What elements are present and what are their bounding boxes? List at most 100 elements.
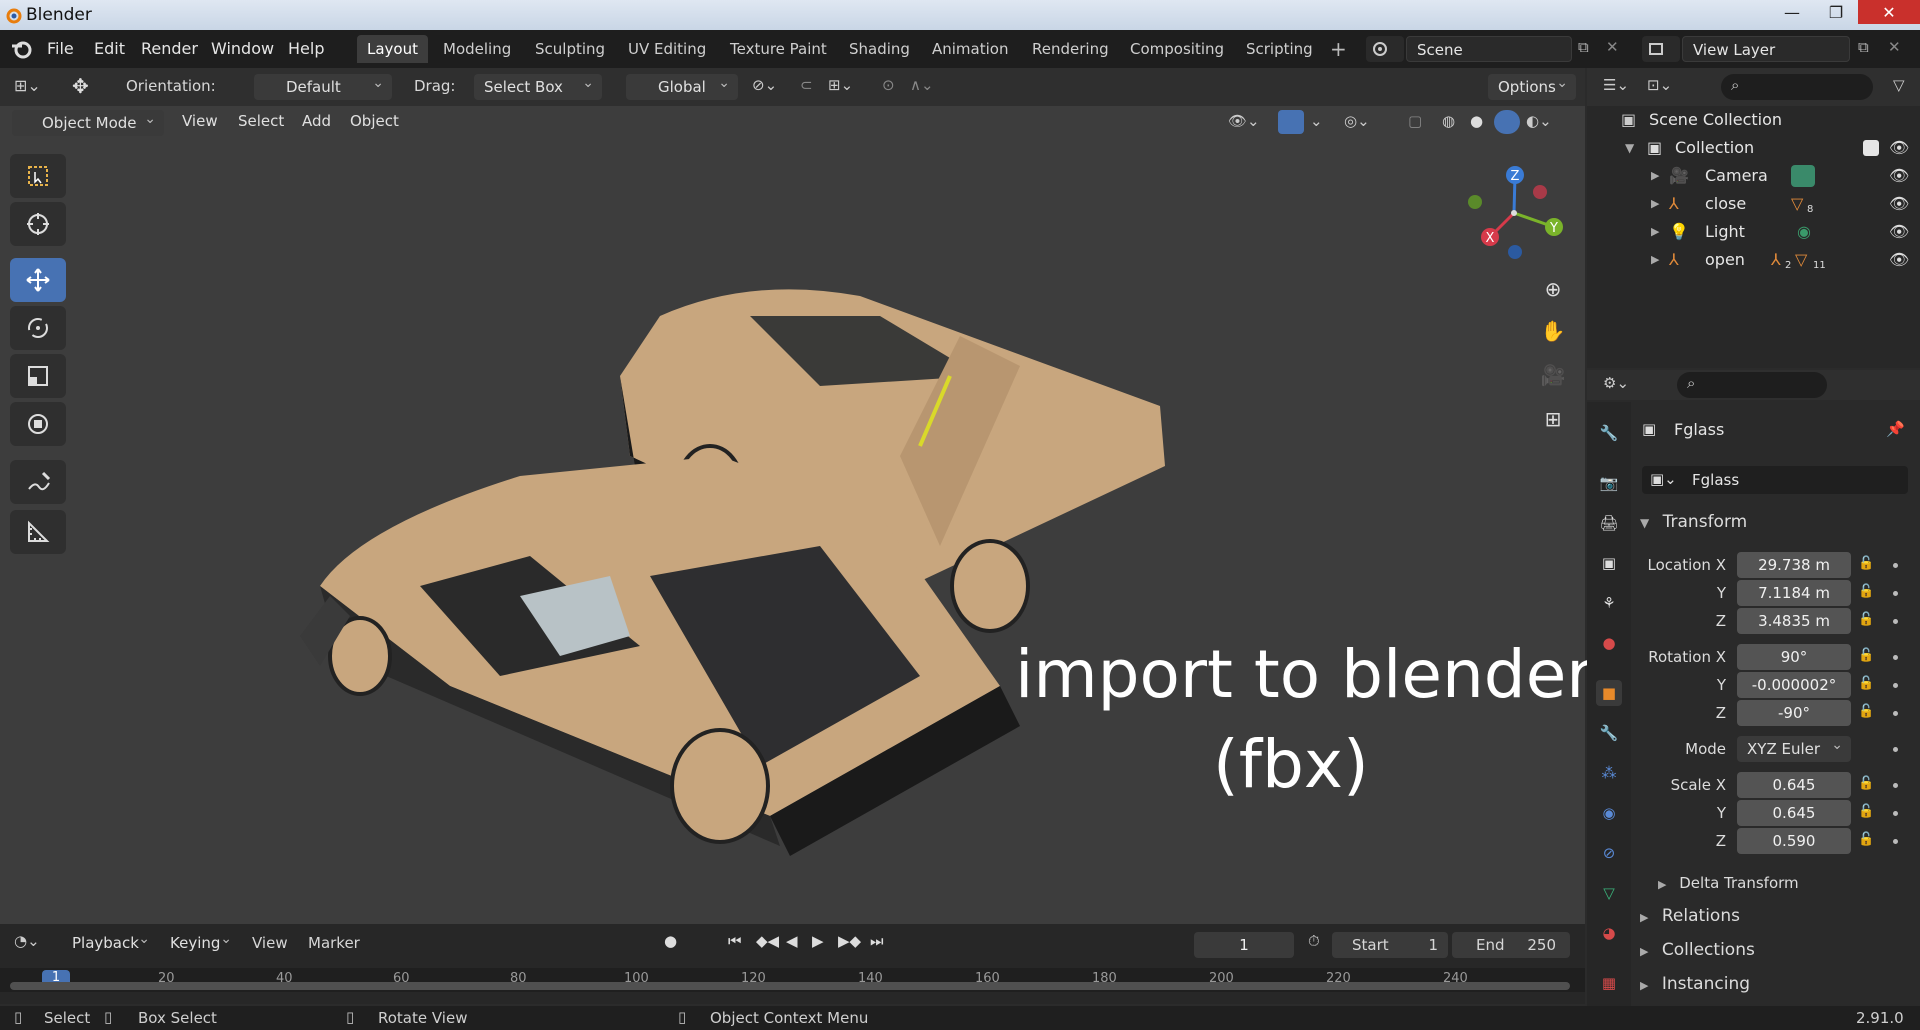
snap-target-icon[interactable]: ⊞⌄ [828, 76, 853, 94]
navigation-gizmo[interactable]: Z Y X [1460, 158, 1570, 268]
lock-icon[interactable]: 🔓 [1858, 556, 1874, 572]
object-name-field[interactable]: ▣⌄ Fglass [1642, 466, 1908, 494]
prev-keyframe-icon[interactable]: ◆◀ [756, 932, 779, 950]
lock-icon[interactable]: 🔓 [1858, 584, 1874, 600]
keyframe-dot-icon[interactable] [1893, 839, 1898, 844]
minimize-button[interactable]: — [1770, 0, 1814, 24]
keyframe-dot-icon[interactable] [1893, 563, 1898, 568]
material-tab-icon[interactable]: ◕ [1596, 920, 1622, 946]
properties-search-input[interactable]: ⌕ [1677, 372, 1827, 398]
open-eye-icon[interactable]: 👁 [1889, 246, 1909, 274]
keyframe-dot-icon[interactable] [1893, 591, 1898, 596]
timeline-editor-type-icon[interactable]: ◔⌄ [14, 932, 40, 950]
tab-modeling[interactable]: Modeling [433, 35, 521, 63]
timeline-scrollbar[interactable] [10, 982, 1570, 990]
lock-icon[interactable]: 🔓 [1858, 648, 1874, 664]
scale-tool[interactable] [10, 354, 66, 398]
collections-section[interactable]: ▶ Collections [1640, 940, 1755, 960]
instancing-section[interactable]: ▶ Instancing [1640, 974, 1750, 994]
object-tab-icon[interactable]: ■ [1596, 680, 1622, 706]
snap-toggle-icon[interactable]: ⊂ [800, 76, 813, 94]
remove-scene-icon[interactable]: ✕ [1606, 38, 1619, 56]
view-layer-tab-icon[interactable]: ▣ [1596, 550, 1622, 576]
texture-tab-icon[interactable]: ▦ [1596, 970, 1622, 996]
collection-eye-icon[interactable]: 👁 [1889, 134, 1909, 162]
tab-rendering[interactable]: Rendering [1022, 35, 1119, 63]
modifier-tab-icon[interactable]: 🔧 [1596, 720, 1622, 746]
scene-tab-icon[interactable]: ⚘ [1596, 590, 1622, 616]
menu-file[interactable]: File [47, 39, 74, 58]
collection-checkbox[interactable] [1863, 140, 1879, 156]
material-shading-icon[interactable] [1494, 110, 1520, 134]
rotate-tool[interactable] [10, 306, 66, 350]
remove-view-layer-icon[interactable]: ✕ [1888, 38, 1901, 56]
drag-dropdown[interactable]: Select Box [474, 70, 602, 100]
transform-orientation-dropdown[interactable]: Global [626, 70, 738, 100]
light-eye-icon[interactable]: 👁 [1889, 218, 1909, 246]
pan-view-button[interactable]: ✋ [1536, 314, 1570, 348]
start-frame-field[interactable]: Start 1 [1332, 932, 1448, 958]
view-layer-name-field[interactable]: View Layer [1682, 36, 1850, 62]
tab-texture-paint[interactable]: Texture Paint [720, 35, 837, 63]
tab-compositing[interactable]: Compositing [1120, 35, 1234, 63]
location-y-field[interactable]: 7.1184 m [1737, 580, 1851, 606]
rendered-shading-icon[interactable]: ◐⌄ [1526, 112, 1552, 130]
menu-render[interactable]: Render [141, 39, 198, 58]
maximize-button[interactable]: ❐ [1814, 0, 1858, 24]
jump-end-icon[interactable]: ⏭ [870, 932, 884, 950]
location-x-field[interactable]: 29.738 m [1737, 552, 1851, 578]
play-reverse-icon[interactable]: ◀ [786, 932, 798, 950]
lock-icon[interactable]: 🔓 [1858, 776, 1874, 792]
filter-icon[interactable]: ▽ [1893, 76, 1905, 94]
relations-section[interactable]: ▶ Relations [1640, 906, 1740, 926]
outliner-row-light[interactable]: ▶ 💡 Light ◉ 👁 [1587, 218, 1920, 246]
annotate-tool[interactable] [10, 460, 66, 504]
expand-arrow-icon[interactable]: ▶ [1651, 162, 1659, 190]
particles-tab-icon[interactable]: ⁂ [1596, 760, 1622, 786]
rotation-x-field[interactable]: 90° [1737, 644, 1851, 670]
keyframe-dot-icon[interactable] [1893, 655, 1898, 660]
orientation-dropdown[interactable]: Default [254, 70, 392, 100]
editor-type-icon[interactable]: ⊞⌄ [14, 76, 41, 95]
properties-editor-type-icon[interactable]: ⚙⌄ [1603, 374, 1629, 392]
xray-icon[interactable]: ▢ [1408, 112, 1422, 130]
keyframe-dot-icon[interactable] [1893, 783, 1898, 788]
mode-dropdown[interactable]: Object Mode [12, 106, 164, 136]
pivot-point-icon[interactable]: ⊘⌄ [752, 76, 777, 94]
tab-sculpting[interactable]: Sculpting [525, 35, 615, 63]
options-dropdown[interactable]: Options [1488, 70, 1576, 100]
tool-tab-icon[interactable]: 🔧 [1596, 420, 1622, 446]
tab-layout[interactable]: Layout [357, 35, 428, 63]
cursor-tool[interactable] [10, 202, 66, 246]
viewport-menu-object[interactable]: Object [350, 112, 399, 130]
scene-selector-button[interactable] [1366, 36, 1404, 62]
keying-menu[interactable]: Keying [160, 926, 240, 956]
solid-shading-icon[interactable]: ● [1470, 112, 1483, 130]
rotation-z-field[interactable]: -90° [1737, 700, 1851, 726]
outliner-row-camera[interactable]: ▶ 🎥 Camera 👁 [1587, 162, 1920, 190]
camera-view-button[interactable]: 🎥 [1536, 358, 1570, 392]
tab-animation[interactable]: Animation [922, 35, 1018, 63]
tab-scripting[interactable]: Scripting [1236, 35, 1323, 63]
playback-menu[interactable]: Playback [62, 926, 158, 956]
close-eye-icon[interactable]: 👁 [1889, 190, 1909, 218]
display-mode-icon[interactable]: ⊡⌄ [1647, 76, 1672, 94]
pin-icon[interactable]: 📌 [1886, 420, 1905, 438]
outliner-row-scene-collection[interactable]: ▣ Scene Collection [1587, 106, 1920, 134]
data-tab-icon[interactable]: ▽ [1596, 880, 1622, 906]
transform-section-header[interactable]: ▼ Transform [1640, 512, 1747, 532]
move-tool[interactable] [10, 258, 66, 302]
proportional-edit-icon[interactable]: ⊙ [882, 76, 895, 94]
outliner-row-collection[interactable]: ▼ ▣ Collection 👁 [1587, 134, 1920, 162]
rotation-mode-dropdown[interactable]: XYZ Euler [1737, 732, 1851, 762]
outliner-editor-type-icon[interactable]: ☰⌄ [1603, 76, 1629, 94]
physics-tab-icon[interactable]: ◉ [1596, 800, 1622, 826]
current-frame-field[interactable]: 1 [1194, 932, 1294, 958]
keyframe-dot-icon[interactable] [1893, 619, 1898, 624]
zoom-view-button[interactable]: ⊕ [1536, 272, 1570, 306]
expand-arrow-icon[interactable]: ▶ [1651, 246, 1659, 274]
lock-icon[interactable]: 🔓 [1858, 612, 1874, 628]
scale-y-field[interactable]: 0.645 [1737, 800, 1851, 826]
keyframe-dot-icon[interactable] [1893, 683, 1898, 688]
new-scene-icon[interactable]: ⧉ [1578, 38, 1589, 56]
